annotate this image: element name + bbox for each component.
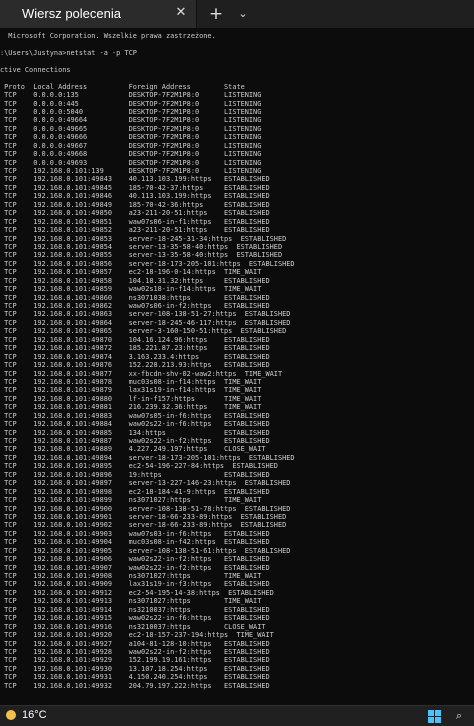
terminal-line: TCP 0.0.0.0:49668 DESKTOP-7F2M1P8:0 LIST… xyxy=(0,150,262,159)
weather-icon xyxy=(6,710,16,721)
title-bar: Wiersz polecenia ✕ + ⌄ xyxy=(0,0,474,28)
terminal-line: TCP 192.168.0.101:49845 185-70-42-37:htt… xyxy=(0,183,270,192)
terminal-line: TCP 192.168.0.101:49905 server-108-138-5… xyxy=(0,546,291,555)
terminal-line: TCP 192.168.0.101:49899 ns3071027:https … xyxy=(0,496,262,505)
terminal-line: TCP 0.0.0.0:445 DESKTOP-7F2M1P8:0 LISTEN… xyxy=(0,99,262,108)
terminal-line: TCP 192.168.0.101:49864 server-18-245-46… xyxy=(0,318,291,327)
terminal-line: Microsoft Corporation. Wszelkie prawa za… xyxy=(0,32,216,40)
terminal-line: TCP 192.168.0.101:49843 40.113.103.199:h… xyxy=(0,175,270,184)
terminal-line: TCP 192.168.0.101:49929 152.199.19.161:h… xyxy=(0,656,270,665)
terminal-line: TCP 192.168.0.101:49906 waw02s22-in-f2:h… xyxy=(0,555,270,564)
terminal-line: TCP 192.168.0.101:49879 lax31s19-in-f14:… xyxy=(0,386,262,395)
terminal-line: TCP 192.168.0.101:49928 waw02s22-in-f2:h… xyxy=(0,647,270,656)
terminal-line: TCP 192.168.0.101:49846 40.113.103.199:h… xyxy=(0,192,270,201)
terminal-line: TCP 192.168.0.101:49885 134:https ESTABL… xyxy=(0,428,270,437)
tab-command-prompt[interactable]: Wiersz polecenia ✕ xyxy=(0,0,197,28)
terminal-line: TCP 192.168.0.101:49908 ns3071027:https … xyxy=(0,572,262,580)
terminal-line: TCP 192.168.0.101:49849 185-70-42-36:htt… xyxy=(0,200,270,209)
terminal-line: TCP 192.168.0.101:49903 waw07s03-in-f6:h… xyxy=(0,529,270,538)
terminal-line: TCP 192.168.0.101:49862 waw07s06-in-f2:h… xyxy=(0,302,270,310)
terminal-line: TCP 192.168.0.101:49915 waw02s22-in-f6:h… xyxy=(0,614,270,623)
tab-title: Wiersz polecenia xyxy=(22,6,121,21)
terminal-line: TCP 192.168.0.101:49884 waw02s22-in-f6:h… xyxy=(0,420,270,429)
terminal-line: TCP 192.168.0.101:49853 server-18-245-31… xyxy=(0,234,287,243)
terminal-lines: Microsoft Corporation. Wszelkie prawa za… xyxy=(0,32,474,705)
weather-widget[interactable]: 16°C xyxy=(6,709,47,723)
search-icon[interactable]: ⌕ xyxy=(452,709,466,723)
terminal-line: ctive Connections xyxy=(0,65,71,74)
terminal-line: TCP 192.168.0.101:49907 waw02s22-in-f2:h… xyxy=(0,563,270,572)
close-icon[interactable]: ✕ xyxy=(172,4,190,22)
terminal-line: TCP 192.168.0.101:49880 lf-in-f157:https… xyxy=(0,394,262,403)
chevron-down-icon[interactable]: ⌄ xyxy=(234,3,252,25)
terminal-line: TCP 192.168.0.101:49876 152.228.213.93:h… xyxy=(0,361,270,370)
terminal-line: TCP 192.168.0.101:49854 server-13-35-58-… xyxy=(0,242,283,251)
terminal-line: TCP 192.168.0.101:49863 server-108-138-5… xyxy=(0,310,291,319)
terminal-line: TCP 192.168.0.101:49920 ec2-18-157-237-1… xyxy=(0,631,274,640)
terminal-line: TCP 192.168.0.101:49912 ec2-54-195-14-38… xyxy=(0,588,274,597)
terminal-line: TCP 0.0.0.0:49693 DESKTOP-7F2M1P8:0 LIST… xyxy=(0,158,262,167)
taskbar: 16°C ⌕ xyxy=(0,705,474,726)
terminal-line: TCP 192.168.0.101:49883 waw07s05-in-f6:h… xyxy=(0,411,270,420)
terminal-line: TCP 192.168.0.101:49913 ns3071027:https … xyxy=(0,597,262,606)
terminal-line: TCP 192.168.0.101:49895 ec2-54-196-227-8… xyxy=(0,462,278,471)
terminal-line: TCP 192.168.0.101:49894 server-18-173-20… xyxy=(0,453,295,462)
terminal-line: TCP 192.168.0.101:49870 104.16.124.96:ht… xyxy=(0,335,270,344)
terminal-line: TCP 192.168.0.101:49897 server-13-227-14… xyxy=(0,479,291,488)
terminal-line: TCP 192.168.0.101:49860 ns3071038:https … xyxy=(0,293,270,302)
terminal-line: TCP 192.168.0.101:49914 ns3210037:https … xyxy=(0,605,270,614)
terminal-line: TCP 192.168.0.101:49932 204.79.197.222:h… xyxy=(0,681,270,690)
terminal-line: TCP 192.168.0.101:49881 216.239.32.36:ht… xyxy=(0,403,262,412)
terminal-line: TCP 192.168.0.101:49927 a104-81-128-10:h… xyxy=(0,639,270,648)
terminal-line: TCP 192.168.0.101:49877 xx-fbcdn-shv-02-… xyxy=(0,369,283,378)
terminal-line: TCP 192.168.0.101:49930 13.107.18.254:ht… xyxy=(0,664,270,673)
terminal-line: TCP 192.168.0.101:49856 server-18-173-20… xyxy=(0,259,295,268)
terminal-line: TCP 0.0.0.0:49664 DESKTOP-7F2M1P8:0 LIST… xyxy=(0,116,262,125)
terminal-line: TCP 192.168.0.101:49872 185.221.87.23:ht… xyxy=(0,344,270,353)
terminal-line: TCP 192.168.0.101:49889 4.227.249.197:ht… xyxy=(0,445,266,454)
terminal-line: TCP 192.168.0.101:49900 server-108-138-5… xyxy=(0,504,291,513)
terminal-line: TCP 192.168.0.101:49909 lax31s19-in-f3:h… xyxy=(0,580,270,589)
terminal-line: TCP 192.168.0.101:49887 waw02s22-in-f2:h… xyxy=(0,437,270,445)
terminal-line: TCP 0.0.0.0:49667 DESKTOP-7F2M1P8:0 LIST… xyxy=(0,141,262,150)
terminal-line: TCP 192.168.0.101:49857 ec2-18-196-0-14:… xyxy=(0,268,262,277)
terminal-line: TCP 192.168.0.101:49874 3.163.233.4:http… xyxy=(0,352,270,361)
terminal-line: TCP 192.168.0.101:139 DESKTOP-7F2M1P8:0 … xyxy=(0,167,262,175)
terminal-line: TCP 192.168.0.101:49904 muc03s08-in-f42:… xyxy=(0,538,270,547)
terminal-line: Proto Local Address Foreign Address Stat… xyxy=(0,82,245,91)
terminal-line: TCP 192.168.0.101:49916 ns3210037:https … xyxy=(0,622,266,631)
terminal-line: TCP 192.168.0.101:49931 4.150.240.254:ht… xyxy=(0,673,270,682)
terminal-line: TCP 192.168.0.101:49878 muc03s08-in-f14:… xyxy=(0,377,262,386)
terminal-output[interactable]: Microsoft Corporation. Wszelkie prawa za… xyxy=(0,28,474,705)
terminal-line: TCP 0.0.0.0:49666 DESKTOP-7F2M1P8:0 LIST… xyxy=(0,133,262,142)
terminal-line: TCP 192.168.0.101:49855 server-13-35-58-… xyxy=(0,251,283,260)
terminal-line: TCP 192.168.0.101:49902 server-18-66-233… xyxy=(0,521,287,530)
new-tab-button[interactable]: + xyxy=(205,3,227,25)
terminal-line: TCP 192.168.0.101:49865 server-3-160-150… xyxy=(0,327,287,336)
weather-temperature: 16°C xyxy=(22,709,47,721)
terminal-line: :\Users\Justyna>netstat -a -p TCP xyxy=(0,48,137,57)
terminal-line: TCP 0.0.0.0:49665 DESKTOP-7F2M1P8:0 LIST… xyxy=(0,124,262,133)
terminal-line: TCP 192.168.0.101:49901 server-18-66-233… xyxy=(0,512,287,521)
terminal-line: TCP 192.168.0.101:49852 a23-211-20-51:ht… xyxy=(0,226,270,235)
terminal-line: TCP 192.168.0.101:49850 a23-211-20-51:ht… xyxy=(0,209,270,218)
terminal-line: TCP 192.168.0.101:49851 waw07s06-in-f1:h… xyxy=(0,217,270,226)
terminal-line: TCP 0.0.0.0:5040 DESKTOP-7F2M1P8:0 LISTE… xyxy=(0,107,262,116)
terminal-line: TCP 192.168.0.101:49896 19:https ESTABLI… xyxy=(0,470,270,479)
terminal-line: TCP 192.168.0.101:49858 104.18.31.32:htt… xyxy=(0,276,270,285)
windows-start-icon[interactable] xyxy=(428,710,442,723)
terminal-line: TCP 192.168.0.101:49898 ec2-18-184-41-9:… xyxy=(0,487,270,496)
terminal-line: TCP 0.0.0.0:135 DESKTOP-7F2M1P8:0 LISTEN… xyxy=(0,91,262,100)
terminal-line: TCP 192.168.0.101:49859 waw02s18-in-f14:… xyxy=(0,285,262,294)
